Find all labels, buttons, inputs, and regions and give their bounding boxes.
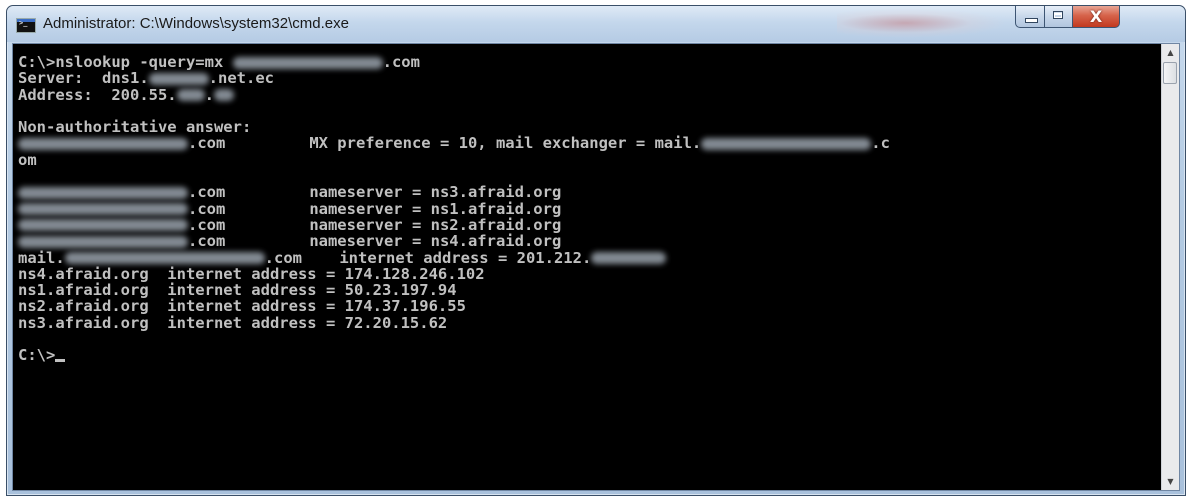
console-text: Non-authoritative answer: — [18, 118, 252, 137]
console-text: ns4.afraid.org internet address = 174.12… — [18, 264, 485, 283]
console-text: mail. — [18, 248, 65, 267]
console-text: .com — [382, 53, 420, 71]
redacted-text — [148, 72, 209, 85]
redacted-text — [213, 89, 234, 102]
maximize-button[interactable] — [1044, 6, 1073, 28]
console-text: .com nameserver = ns2.afraid.org — [188, 215, 562, 234]
console-line: ns2.afraid.org internet address = 174.37… — [18, 298, 1162, 314]
console-line: Address: 200.55.. — [18, 85, 1162, 104]
console-area[interactable]: C:\>nslookup -query=mx .com Server: dns1.… — [12, 43, 1180, 491]
console-line: .com nameserver = ns1.afraid.org — [18, 201, 1162, 217]
window-title: Administrator: C:\Windows\system32\cmd.e… — [43, 15, 349, 32]
cmd-icon[interactable]: >_ — [16, 18, 36, 33]
cmd-window: >_ Administrator: C:\Windows\system32\cm… — [6, 5, 1186, 496]
console-text: om — [18, 150, 37, 169]
console-text: C:\> — [18, 346, 56, 365]
close-icon: X — [1089, 7, 1103, 26]
console-text: Server: dns1. — [18, 69, 149, 88]
minimize-button[interactable] — [1015, 6, 1045, 28]
console-text: Address: 200.55. — [18, 85, 177, 104]
console-line: ns4.afraid.org internet address = 174.12… — [18, 266, 1162, 282]
console-text: .com nameserver = ns1.afraid.org — [188, 199, 562, 218]
maximize-icon — [1053, 11, 1063, 19]
scroll-down-arrow-icon[interactable]: ▼ — [1162, 473, 1179, 490]
console-text: . — [204, 85, 214, 104]
console-text: .com MX preference = 10, mail exchanger … — [188, 134, 702, 153]
console-text: .c — [871, 134, 890, 153]
console-output[interactable]: C:\>nslookup -query=mx .com Server: dns1.… — [13, 44, 1162, 490]
close-button[interactable]: X — [1072, 6, 1120, 28]
scroll-up-arrow-icon[interactable]: ▲ — [1162, 44, 1179, 61]
minimize-icon — [1025, 18, 1038, 23]
console-line: Non-authoritative answer: — [18, 119, 1162, 135]
title-glow-decoration — [837, 8, 1007, 38]
console-text: ns3.afraid.org internet address = 72.20.… — [18, 313, 448, 332]
console-text: C:\>nslookup -query=mx — [18, 53, 233, 71]
console-line: om — [18, 152, 1162, 168]
redacted-text — [18, 219, 188, 232]
vertical-scrollbar[interactable]: ▲ ▼ — [1161, 44, 1179, 490]
console-line: .com MX preference = 10, mail exchanger … — [18, 134, 1162, 153]
console-text: .net.ec — [208, 69, 274, 88]
console-line: .com nameserver = ns3.afraid.org — [18, 183, 1162, 202]
console-line: .com nameserver = ns4.afraid.org — [18, 233, 1162, 249]
redacted-text — [18, 137, 188, 150]
console-line: mail. .com internet address = 201.212. — [18, 248, 1162, 267]
console-text: ns1.afraid.org internet address = 50.23.… — [18, 281, 457, 300]
redacted-text — [176, 89, 205, 102]
redacted-text — [591, 252, 667, 265]
console-text: .com nameserver = ns4.afraid.org — [188, 232, 562, 251]
redacted-text — [18, 203, 188, 216]
console-line: Server: dns1. .net.ec — [18, 70, 1162, 86]
console-line: ns3.afraid.org internet address = 72.20.… — [18, 315, 1162, 331]
redacted-text — [18, 186, 188, 199]
scroll-thumb[interactable] — [1163, 62, 1177, 84]
console-text: .com nameserver = ns3.afraid.org — [188, 183, 562, 202]
redacted-text — [18, 235, 188, 248]
console-line: C:\>nslookup -query=mx .com — [18, 54, 1162, 70]
redacted-text — [232, 56, 383, 69]
console-text: .com internet address = 201.212. — [264, 248, 592, 267]
title-bar[interactable]: >_ Administrator: C:\Windows\system32\cm… — [7, 6, 1185, 42]
redacted-text — [64, 252, 265, 265]
console-line: ns1.afraid.org internet address = 50.23.… — [18, 282, 1162, 298]
text-cursor — [55, 359, 66, 363]
redacted-text — [701, 137, 872, 150]
console-line: C:\> — [18, 347, 1162, 363]
console-line: .com nameserver = ns2.afraid.org — [18, 217, 1162, 233]
console-text: ns2.afraid.org internet address = 174.37… — [18, 297, 466, 316]
